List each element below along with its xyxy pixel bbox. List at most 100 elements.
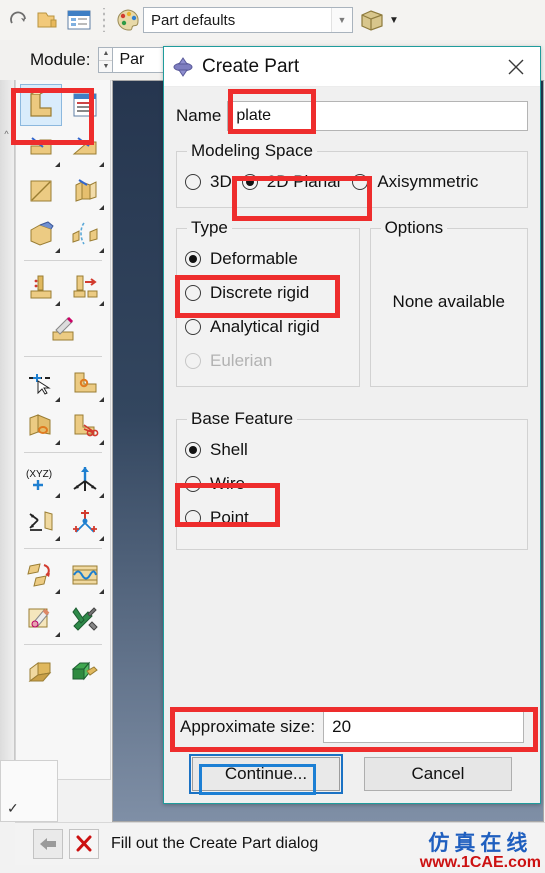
close-icon[interactable] — [498, 52, 534, 82]
delete-feature-icon[interactable] — [20, 597, 62, 639]
dialog-titlebar[interactable]: Create Part — [164, 47, 540, 87]
module-spinner[interactable]: ▲ ▼ — [98, 47, 114, 73]
flyout-corner-icon[interactable] — [99, 248, 104, 253]
datum-point-array-icon[interactable] — [64, 501, 106, 543]
spin-down-icon[interactable]: ▼ — [99, 61, 112, 73]
radio-wire[interactable]: Wire — [185, 467, 519, 501]
create-part-from-mesh-icon[interactable] — [64, 84, 106, 126]
radio-discrete-rigid-label: Discrete rigid — [210, 283, 310, 302]
radio-shell[interactable]: Shell — [185, 433, 519, 467]
abaqus-cae-window: Part defaults ▼ ▼ Module: ▲ ▼ Par ^ (XYZ… — [0, 0, 545, 873]
create-part-icon[interactable] — [20, 84, 62, 126]
toolbox-row — [16, 213, 110, 255]
color-palette-icon[interactable] — [113, 5, 143, 35]
create-cut-extrude-icon[interactable] — [20, 213, 62, 255]
flyout-corner-icon[interactable] — [99, 440, 104, 445]
datum-csys-icon[interactable]: (XYZ) — [20, 458, 62, 500]
radio-button-icon — [241, 174, 258, 190]
collapse-chevron-icon[interactable]: ^ — [3, 130, 10, 140]
flyout-corner-icon[interactable] — [99, 397, 104, 402]
approximate-size-input[interactable]: 20 — [323, 711, 524, 743]
view-cube-button[interactable]: ▼ — [353, 7, 403, 33]
create-blend-icon[interactable] — [64, 266, 106, 308]
redo-icon[interactable] — [4, 5, 34, 35]
flyout-corner-icon[interactable] — [99, 589, 104, 594]
datum-axis-icon[interactable] — [64, 458, 106, 500]
toolbox-row — [16, 84, 110, 126]
radio-2d-planar[interactable]: 2D Planar — [241, 165, 342, 199]
back-arrow-icon[interactable] — [33, 829, 63, 859]
create-solid-sweep-icon[interactable] — [64, 170, 106, 212]
options-legend: Options — [384, 218, 444, 237]
flyout-corner-icon[interactable] — [99, 205, 104, 210]
base-feature-legend: Base Feature — [191, 409, 294, 428]
sketch-edit-icon[interactable] — [64, 554, 106, 596]
flyout-corner-icon[interactable] — [55, 440, 60, 445]
toolbox-row — [16, 597, 110, 639]
cancel-button[interactable]: Cancel — [364, 757, 512, 791]
flyout-corner-icon[interactable] — [55, 632, 60, 637]
name-input[interactable]: plate — [227, 101, 528, 131]
flyout-corner-icon[interactable] — [55, 493, 60, 498]
base-feature-group: Base Feature Shell Wire Point — [176, 409, 528, 550]
continue-button[interactable]: Continue... — [189, 754, 343, 794]
chevron-down-icon[interactable]: ▼ — [389, 15, 399, 26]
name-value: plate — [236, 107, 272, 124]
flyout-corner-icon[interactable] — [55, 162, 60, 167]
radio-axisymmetric[interactable]: Axisymmetric — [352, 165, 478, 199]
part-module-toolbox: (XYZ) — [15, 80, 111, 780]
flyout-corner-icon[interactable] — [99, 536, 104, 541]
model-tree-icon[interactable] — [64, 5, 94, 35]
create-cut-circular-icon[interactable] — [64, 405, 106, 447]
create-wire-point-icon[interactable] — [20, 362, 62, 404]
top-toolbar: Part defaults ▼ ▼ — [0, 0, 545, 41]
create-shell-icon[interactable] — [20, 170, 62, 212]
options-content: None available — [379, 242, 519, 362]
edit-feature-icon[interactable] — [42, 309, 84, 351]
flyout-corner-icon[interactable] — [99, 162, 104, 167]
flyout-corner-icon[interactable] — [99, 301, 104, 306]
toolbox-row — [16, 650, 110, 692]
flyout-corner-icon[interactable] — [55, 248, 60, 253]
flyout-corner-icon[interactable] — [55, 589, 60, 594]
datum-plane-icon[interactable] — [20, 501, 62, 543]
merge-cut-icon[interactable] — [20, 650, 62, 692]
render-style-combo[interactable]: Part defaults ▼ — [143, 7, 353, 33]
approximate-size-label: Approximate size: — [180, 717, 316, 736]
radio-discrete-rigid[interactable]: Discrete rigid — [185, 276, 351, 310]
flyout-corner-icon[interactable] — [55, 301, 60, 306]
chevron-down-icon[interactable]: ▼ — [331, 8, 352, 32]
flyout-corner-icon[interactable] — [55, 536, 60, 541]
partition-face-icon[interactable] — [64, 127, 106, 169]
flyout-corner-icon[interactable] — [55, 397, 60, 402]
toolbox-row — [16, 405, 110, 447]
type-options-columns: Type Deformable Discrete rigid Analytica… — [176, 218, 528, 387]
radio-deformable[interactable]: Deformable — [185, 242, 351, 276]
create-round-fillet-icon[interactable] — [64, 362, 106, 404]
create-datum-point-icon[interactable] — [20, 266, 62, 308]
mirror-pattern-icon[interactable] — [20, 554, 62, 596]
dialog-body: Name plate Modeling Space 3D 2D Planar A… — [164, 87, 540, 550]
spin-up-icon[interactable]: ▲ — [99, 48, 113, 61]
partition-cell-icon[interactable] — [20, 127, 62, 169]
tools-icon[interactable] — [64, 597, 106, 639]
red-x-icon[interactable] — [69, 829, 99, 859]
flyout-corner-icon[interactable] — [99, 493, 104, 498]
cancel-button-label: Cancel — [411, 764, 465, 783]
dialog-title: Create Part — [202, 55, 300, 77]
create-chamfer-icon[interactable] — [20, 405, 62, 447]
name-label: Name — [176, 106, 222, 125]
create-revolve-icon[interactable] — [64, 213, 106, 255]
radio-analytical-rigid[interactable]: Analytical rigid — [185, 310, 351, 344]
toolbox-divider — [24, 644, 102, 645]
toolbar-group-view: Part defaults ▼ ▼ — [109, 2, 407, 38]
radio-point-label: Point — [210, 508, 249, 527]
open-database-icon[interactable] — [34, 5, 64, 35]
toolbox-drag-strip[interactable]: ^ — [0, 80, 15, 820]
modeling-space-legend: Modeling Space — [191, 141, 313, 160]
radio-point[interactable]: Point — [185, 501, 519, 535]
copy-part-icon[interactable] — [64, 650, 106, 692]
toolbox-row — [16, 362, 110, 404]
radio-3d[interactable]: 3D — [185, 165, 232, 199]
radio-wire-label: Wire — [210, 474, 245, 493]
